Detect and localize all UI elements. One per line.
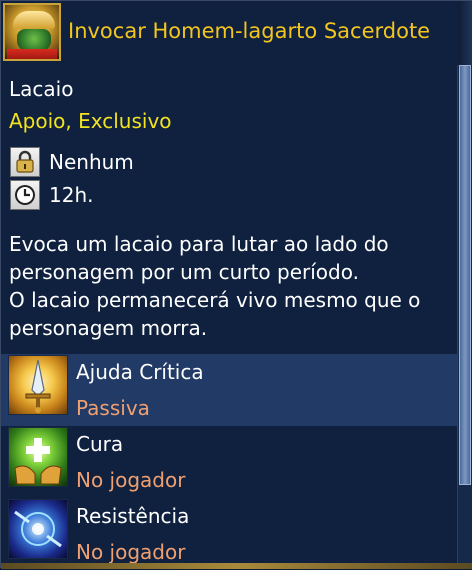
tooltip-panel: Invocar Homem-lagarto Sacerdote Lacaio A… [0, 0, 472, 570]
heal-hands-icon [8, 427, 68, 487]
skill-name: Ajuda Crítica [76, 360, 204, 384]
resistance-orb-icon [8, 499, 68, 559]
frame-bottom-trim [1, 563, 472, 569]
description-line: O lacaio permanecerá vivo mesmo que o [9, 288, 421, 312]
lizardman-priest-portrait-icon [3, 3, 61, 61]
skill-target: Passiva [76, 396, 150, 420]
description-line: personagem por um curto período. [9, 260, 359, 284]
frame-corner [458, 1, 472, 65]
scrollbar-thumb[interactable] [459, 65, 471, 485]
clock-icon [10, 180, 40, 210]
skill-name: Resistência [76, 504, 190, 528]
skill-row-ajuda-critica[interactable]: Ajuda Crítica Passiva [1, 354, 457, 426]
description-line: personagem morra. [9, 316, 208, 340]
skill-description: Evoca um lacaio para lutar ao lado do pe… [9, 230, 449, 342]
tooltip-header: Invocar Homem-lagarto Sacerdote [1, 1, 463, 65]
skill-title: Invocar Homem-lagarto Sacerdote [68, 19, 431, 43]
description-line: Evoca um lacaio para lutar ao lado do [9, 232, 389, 256]
sword-burst-icon [8, 355, 68, 415]
skill-target: No jogador [76, 540, 186, 564]
duration-label: 12h. [49, 183, 94, 207]
skill-row-cura[interactable]: Cura No jogador [1, 426, 457, 498]
skill-row-resistencia[interactable]: Resistência No jogador [1, 498, 457, 570]
skill-target: No jogador [76, 468, 186, 492]
skill-type: Lacaio [9, 77, 74, 101]
lock-label: Nenhum [49, 150, 134, 174]
lock-icon [10, 147, 40, 177]
skill-tags: Apoio, Exclusivo [9, 109, 172, 133]
skill-name: Cura [76, 432, 124, 456]
